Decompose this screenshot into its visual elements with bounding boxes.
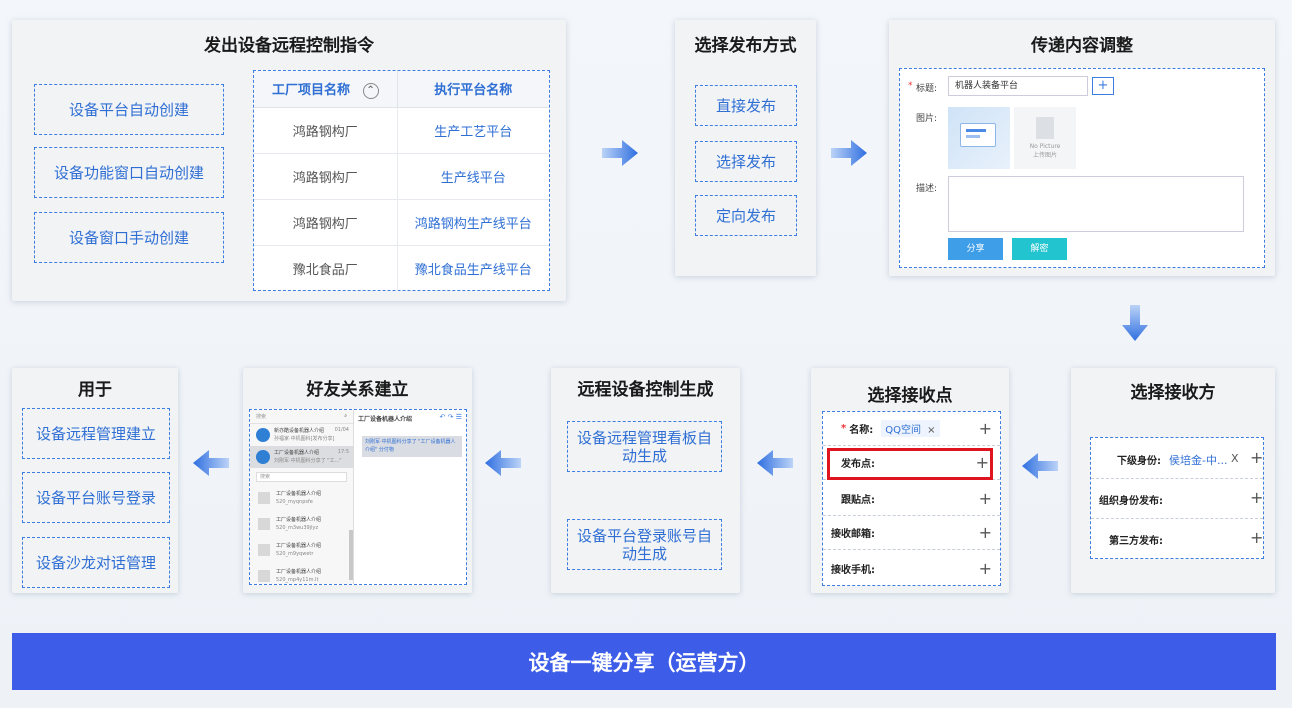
option-account-generate[interactable]: 设备平台登录账号自动生成 <box>567 519 722 570</box>
building-icon <box>1036 117 1054 139</box>
table-row[interactable]: 鸿路钢构厂 鸿路钢构生产线平台 <box>254 199 549 246</box>
desc-textarea[interactable] <box>948 176 1244 232</box>
option-remote-management[interactable]: 设备远程管理建立 <box>22 408 170 459</box>
receiver-row[interactable]: 下级身份: 侯培金-中... X + <box>1091 438 1263 479</box>
chat-message: 刘刚军·中机图科分享了 "工厂设备机器人介绍" 分付物 <box>362 436 462 457</box>
upload-placeholder[interactable]: No Picture 上传图片 <box>1014 107 1076 169</box>
content-form: * 标题: 机器人装备平台 + 图片: No Picture 上传图片 描述: … <box>899 68 1265 268</box>
point-row-follow[interactable]: 跟贴点: + <box>823 482 1000 516</box>
option-account-login[interactable]: 设备平台账号登录 <box>22 472 170 523</box>
list-item[interactable]: 工厂设备机器人介绍 520_myqnpsfe <box>250 486 353 512</box>
option-window-auto[interactable]: 设备功能窗口自动创建 <box>34 147 224 198</box>
avatar <box>258 544 270 556</box>
image-label: 图片: <box>916 114 938 124</box>
tag-qq-zone[interactable]: QQ空间 × <box>881 420 940 437</box>
panel-select-receiver: 选择接收方 下级身份: 侯培金-中... X + 组织身份发布: + 第三方发布… <box>1071 368 1275 593</box>
scrollbar[interactable] <box>349 530 353 580</box>
avatar <box>258 518 270 530</box>
search-icon: ⌕ <box>344 413 347 419</box>
avatar <box>256 450 270 464</box>
option-window-manual[interactable]: 设备窗口手动创建 <box>34 212 224 263</box>
point-row-name[interactable]: * 名称: QQ空间 × + <box>823 412 1000 446</box>
add-icon[interactable]: + <box>979 419 992 438</box>
title-label: 标题: <box>916 84 938 94</box>
panel-used-for: 用于 设备远程管理建立 设备平台账号登录 设备沙龙对话管理 <box>12 368 178 593</box>
panel-title: 远程设备控制生成 <box>577 380 714 400</box>
collapse-icon[interactable]: ⌃ <box>362 82 379 99</box>
chat-sidebar: 搜索 ⌕ 新亦酷设备机器人介绍 01/04 孙福家·中机图科[发布分享] 工厂设… <box>250 410 354 584</box>
option-salon-dialog[interactable]: 设备沙龙对话管理 <box>22 537 170 588</box>
add-icon[interactable]: + <box>1250 488 1263 507</box>
panel-remote-generate: 远程设备控制生成 设备远程管理看板自动生成 设备平台登录账号自动生成 <box>551 368 740 593</box>
arrow-left-icon <box>1022 453 1058 479</box>
avatar <box>256 428 270 442</box>
table-row[interactable]: 鸿路钢构厂 生产线平台 <box>254 153 549 200</box>
search-input[interactable]: 搜索 ⌕ <box>250 410 353 424</box>
share-button[interactable]: 分享 <box>948 238 1003 260</box>
panel-title: 好友关系建立 <box>306 380 409 400</box>
point-row-phone[interactable]: 接收手机: + <box>823 551 1000 585</box>
remove-icon[interactable]: × <box>927 425 935 436</box>
panel-title: 选择发布方式 <box>694 36 797 56</box>
platform-table: 工厂项目名称 ⌃ 执行平台名称 鸿路钢构厂 生产工艺平台 鸿路钢构厂 生产线平台 鸿… <box>253 70 550 291</box>
panel-friend-relation: 好友关系建立 搜索 ⌕ 新亦酷设备机器人介绍 01/04 孙福家·中机图科[发布… <box>243 368 472 593</box>
point-row-email[interactable]: 接收邮箱: + <box>823 516 1000 550</box>
receiver-row[interactable]: 第三方发布: + <box>1091 519 1263 559</box>
point-row-publish[interactable]: 发布点: + <box>823 446 1000 480</box>
chat-header: 工厂设备机器人介绍 <box>358 416 413 423</box>
arrow-right-icon <box>831 140 867 166</box>
list-item[interactable]: 工厂设备机器人介绍 520_m3wu39jlyz <box>250 512 353 538</box>
point-form: * 名称: QQ空间 × + 发布点: + 跟贴点: + 接收邮箱: + 接收手… <box>822 411 1001 586</box>
panel-publish-method: 选择发布方式 直接发布 选择发布 定向发布 <box>675 20 816 276</box>
arrow-right-icon <box>602 140 638 166</box>
add-icon[interactable]: + <box>979 489 992 508</box>
option-targeted-publish[interactable]: 定向发布 <box>695 195 797 236</box>
avatar <box>258 570 270 582</box>
add-icon[interactable]: + <box>1250 528 1263 547</box>
panel-select-point: 选择接收点 * 名称: QQ空间 × + 发布点: + 跟贴点: + 接收邮箱:… <box>811 368 1009 593</box>
add-icon[interactable]: + <box>979 523 992 542</box>
panel-title: 选择接收点 <box>867 386 953 406</box>
add-icon[interactable]: + <box>976 453 989 472</box>
panel-send-command: 发出设备远程控制指令 设备平台自动创建 设备功能窗口自动创建 设备窗口手动创建 … <box>12 20 566 301</box>
receiver-form: 下级身份: 侯培金-中... X + 组织身份发布: + 第三方发布: + <box>1090 437 1264 559</box>
panel-title: 选择接收方 <box>1130 383 1216 403</box>
arrow-left-icon <box>485 450 521 476</box>
remove-icon[interactable]: X <box>1231 452 1239 465</box>
image-thumbnail[interactable] <box>948 107 1010 169</box>
option-select-publish[interactable]: 选择发布 <box>695 141 797 182</box>
add-icon[interactable]: + <box>979 559 992 578</box>
add-icon[interactable]: + <box>1092 77 1114 95</box>
list-item[interactable]: 新亦酷设备机器人介绍 01/04 孙福家·中机图科[发布分享] <box>250 424 353 446</box>
table-header-factory: 工厂项目名称 ⌃ <box>254 71 398 108</box>
list-item[interactable]: 工厂设备机器人介绍 520_mp4y11m.lt <box>250 564 353 584</box>
toolbar-icons[interactable]: ↶ ↷ ☰ <box>440 413 462 421</box>
list-item[interactable]: 工厂设备机器人介绍 520_m9yqwetr <box>250 538 353 564</box>
table-header-platform: 执行平台名称 <box>397 71 549 108</box>
chat-window: 搜索 ⌕ 新亦酷设备机器人介绍 01/04 孙福家·中机图科[发布分享] 工厂设… <box>249 409 467 585</box>
add-icon[interactable]: + <box>1250 448 1263 467</box>
desc-label: 描述: <box>916 184 938 194</box>
panel-title: 传递内容调整 <box>1031 36 1133 56</box>
table-row[interactable]: 豫北食品厂 豫北食品生产线平台 <box>254 245 549 291</box>
panel-title: 发出设备远程控制指令 <box>204 36 374 56</box>
title-input[interactable]: 机器人装备平台 <box>948 76 1088 96</box>
search-input[interactable]: 搜索 <box>256 472 347 482</box>
highlight-box <box>827 448 993 480</box>
table-row[interactable]: 鸿路钢构厂 生产工艺平台 <box>254 107 549 154</box>
arrow-left-icon <box>757 450 793 476</box>
receiver-row[interactable]: 组织身份发布: + <box>1091 479 1263 519</box>
arrow-left-icon <box>193 450 229 476</box>
option-platform-auto[interactable]: 设备平台自动创建 <box>34 84 224 135</box>
option-direct-publish[interactable]: 直接发布 <box>695 85 797 126</box>
option-dashboard-generate[interactable]: 设备远程管理看板自动生成 <box>567 421 722 472</box>
panel-content-adjust: 传递内容调整 * 标题: 机器人装备平台 + 图片: No Picture 上传… <box>889 20 1275 276</box>
panel-title: 用于 <box>78 380 112 400</box>
decrypt-button[interactable]: 解密 <box>1012 238 1067 260</box>
bottom-banner: 设备一键分享（运营方） <box>12 633 1276 690</box>
avatar <box>258 492 270 504</box>
list-item[interactable]: 工厂设备机器人介绍 17:5 刘刚军·中机图科分享了 "工..." <box>250 446 353 468</box>
arrow-down-icon <box>1122 305 1148 341</box>
